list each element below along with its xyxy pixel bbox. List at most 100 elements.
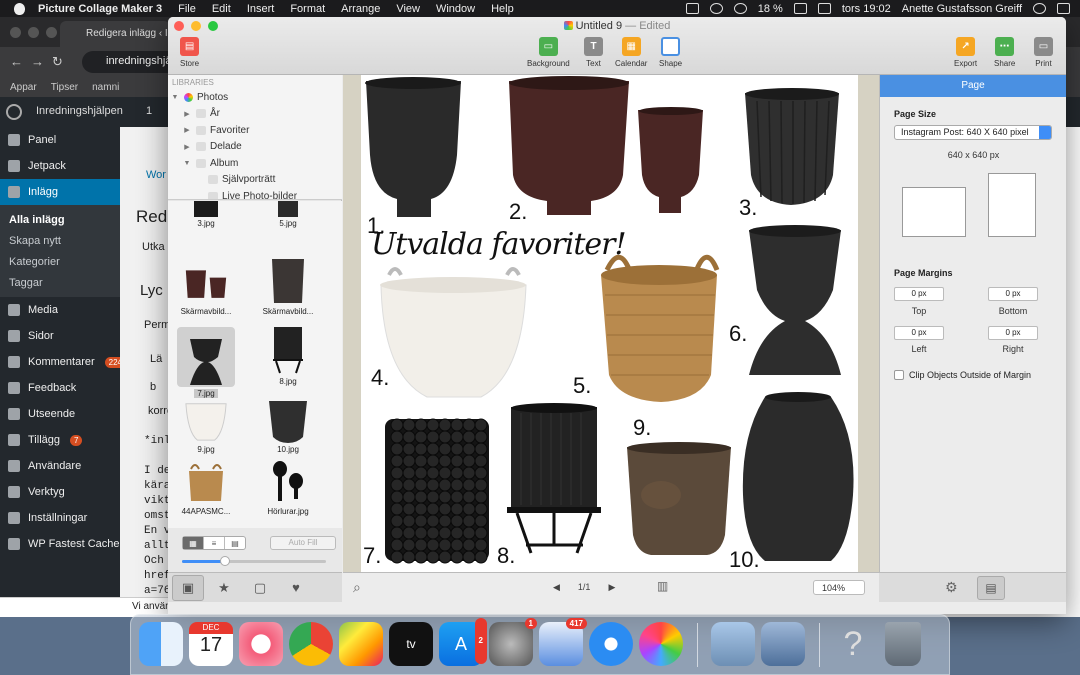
screen-mirror-icon[interactable] bbox=[685, 3, 699, 14]
trash-icon[interactable] bbox=[885, 622, 921, 666]
wp-menu-item[interactable]: Kommentarer 224 bbox=[0, 349, 126, 375]
document-tab-icon[interactable]: ▤ bbox=[977, 576, 1005, 600]
apple-tv-icon[interactable]: tv bbox=[389, 622, 433, 666]
wordpress-icon[interactable] bbox=[6, 104, 22, 120]
menu-format[interactable]: Format bbox=[290, 3, 325, 15]
portrait-option[interactable] bbox=[988, 173, 1036, 237]
tree-item[interactable]: Live Photo-bilder bbox=[168, 188, 342, 199]
mail-icon[interactable]: 417 bbox=[539, 618, 587, 666]
tab-page[interactable]: Page bbox=[880, 75, 1066, 97]
collage-page[interactable]: Utvalda favoriter! 1. 2. 3. 4. 5. 6. 7. … bbox=[361, 75, 858, 572]
wp-menu-item[interactable]: WP Fastest Cache bbox=[0, 531, 120, 557]
label-9[interactable]: 9. bbox=[633, 415, 651, 441]
pot-image-1[interactable] bbox=[365, 77, 461, 217]
text-button[interactable]: T Text bbox=[584, 37, 603, 68]
pot-image-10[interactable] bbox=[742, 392, 854, 561]
time-machine-icon[interactable] bbox=[709, 3, 723, 14]
wp-menu-item[interactable]: Inlägg bbox=[0, 179, 120, 205]
wp-submenu-item[interactable]: Skapa nytt bbox=[0, 230, 120, 251]
zoom-dot[interactable] bbox=[46, 27, 57, 38]
minimize-dot[interactable] bbox=[28, 27, 39, 38]
list-view-icon[interactable]: ≡ bbox=[204, 537, 225, 549]
disclosure-closed-icon[interactable]: ▶ bbox=[182, 143, 192, 151]
tree-item[interactable]: Självporträtt bbox=[168, 172, 342, 189]
label-8[interactable]: 8. bbox=[497, 543, 515, 569]
admin-update-count[interactable]: 1 bbox=[146, 105, 152, 117]
wp-fragment[interactable]: Wor bbox=[146, 169, 166, 181]
menu-file[interactable]: File bbox=[178, 3, 196, 15]
thumbnail[interactable]: 5.jpg bbox=[258, 201, 318, 228]
pot-image-8[interactable] bbox=[507, 403, 601, 554]
pot-image-5[interactable] bbox=[601, 254, 720, 402]
grid-view-icon[interactable]: ▦ bbox=[183, 537, 204, 549]
tree-item[interactable]: ▶ Delade bbox=[168, 139, 342, 156]
thumbnail[interactable]: Skärmavbild... bbox=[176, 257, 236, 316]
wp-fragment[interactable]: Lyc bbox=[140, 282, 163, 299]
label-4[interactable]: 4. bbox=[371, 365, 389, 391]
admin-site-name[interactable]: Inredningshjälpen bbox=[36, 105, 123, 117]
background-button[interactable]: ▭ Background bbox=[527, 37, 570, 68]
system-preferences-icon[interactable]: 1 bbox=[489, 618, 537, 666]
margin-right-field[interactable]: 0 px bbox=[988, 326, 1038, 340]
wp-menu-item[interactable]: Panel bbox=[0, 127, 120, 153]
auto-fill-button[interactable]: Auto Fill bbox=[270, 536, 336, 550]
safari-icon[interactable] bbox=[589, 622, 633, 666]
export-button[interactable]: ↗ Export bbox=[954, 37, 977, 68]
thumbnail[interactable]: 10.jpg bbox=[258, 395, 318, 454]
wp-fragment[interactable]: Lä bbox=[150, 353, 162, 365]
clock[interactable]: tors 19:02 bbox=[842, 3, 891, 15]
calendar-button[interactable]: ▦ Calendar bbox=[615, 37, 647, 68]
menu-arrange[interactable]: Arrange bbox=[341, 3, 380, 15]
thumbnail-size-slider[interactable] bbox=[182, 556, 326, 566]
pot-image-9[interactable] bbox=[627, 442, 731, 555]
pot-image-6[interactable] bbox=[749, 225, 841, 375]
next-page-icon[interactable]: ▶ bbox=[608, 582, 615, 593]
thumbnail[interactable]: 8.jpg bbox=[258, 327, 318, 386]
calendar-app-icon[interactable]: DEC 17 bbox=[189, 622, 233, 666]
disclosure-open-icon[interactable]: ▼ bbox=[170, 94, 180, 101]
landscape-option[interactable] bbox=[902, 187, 966, 237]
margin-bottom-field[interactable]: 0 px bbox=[988, 287, 1038, 301]
apple-icon[interactable] bbox=[12, 2, 26, 16]
pot-image-4[interactable] bbox=[380, 267, 527, 398]
user-name[interactable]: Anette Gustafsson Greiff bbox=[902, 3, 1022, 15]
slider-knob[interactable] bbox=[220, 556, 231, 566]
heart-icon[interactable]: ♥ bbox=[280, 575, 312, 601]
thumbnail[interactable]: 44APASMC... bbox=[176, 457, 236, 516]
store-button[interactable]: ▤ Store bbox=[180, 37, 199, 68]
zoom-select[interactable]: 104% bbox=[813, 580, 865, 595]
photos-tab-icon[interactable]: ▣ bbox=[172, 574, 204, 601]
menu-help[interactable]: Help bbox=[491, 3, 514, 15]
wp-menu-item[interactable]: Utseende bbox=[0, 401, 120, 427]
label-7[interactable]: 7. bbox=[363, 543, 381, 569]
thumbnail[interactable]: Skärmavbild... bbox=[258, 257, 318, 316]
thumbnail[interactable]: 7.jpg bbox=[176, 327, 236, 398]
label-2[interactable]: 2. bbox=[509, 199, 527, 225]
menu-insert[interactable]: Insert bbox=[247, 3, 275, 15]
bookmark-apps[interactable]: Appar bbox=[10, 82, 37, 93]
thumbnail[interactable]: 9.jpg bbox=[176, 395, 236, 454]
tree-item[interactable]: ▼ Photos bbox=[168, 89, 342, 106]
collage-title[interactable]: Utvalda favoriter! bbox=[371, 227, 627, 262]
wp-menu-item[interactable]: Sidor bbox=[0, 323, 120, 349]
wp-submenu-item[interactable]: Alla inlägg bbox=[0, 209, 120, 230]
gear-icon[interactable]: ⚙ bbox=[945, 579, 958, 596]
checkbox-icon[interactable] bbox=[894, 370, 904, 380]
wp-menu-item[interactable]: Tillägg 7 bbox=[0, 427, 120, 453]
help-icon[interactable]: ? bbox=[831, 622, 875, 666]
keyboard-icon[interactable] bbox=[817, 3, 831, 14]
margin-top-field[interactable]: 0 px bbox=[894, 287, 944, 301]
margin-left-field[interactable]: 0 px bbox=[894, 326, 944, 340]
bookmark-namni[interactable]: namni bbox=[92, 82, 119, 93]
label-6[interactable]: 6. bbox=[729, 321, 747, 347]
tree-item[interactable]: ▼ Album bbox=[168, 155, 342, 172]
preview-icon[interactable] bbox=[711, 622, 755, 666]
pot-image-2[interactable] bbox=[509, 76, 703, 215]
battery-icon[interactable] bbox=[793, 3, 807, 14]
star-icon[interactable]: ★ bbox=[208, 575, 240, 601]
tree-item[interactable]: ▶ År bbox=[168, 106, 342, 123]
shape-button[interactable]: Shape bbox=[659, 37, 682, 68]
share-button[interactable]: ⋯ Share bbox=[994, 37, 1015, 68]
browser-tab[interactable]: Redigera inlägg ‹ In bbox=[60, 21, 170, 47]
music-icon[interactable] bbox=[239, 622, 283, 666]
